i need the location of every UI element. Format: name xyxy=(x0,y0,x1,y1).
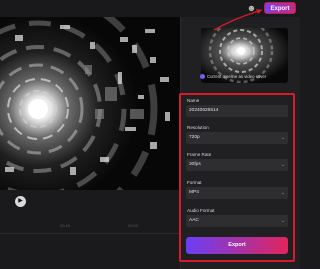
annotation-arrow xyxy=(213,9,263,31)
